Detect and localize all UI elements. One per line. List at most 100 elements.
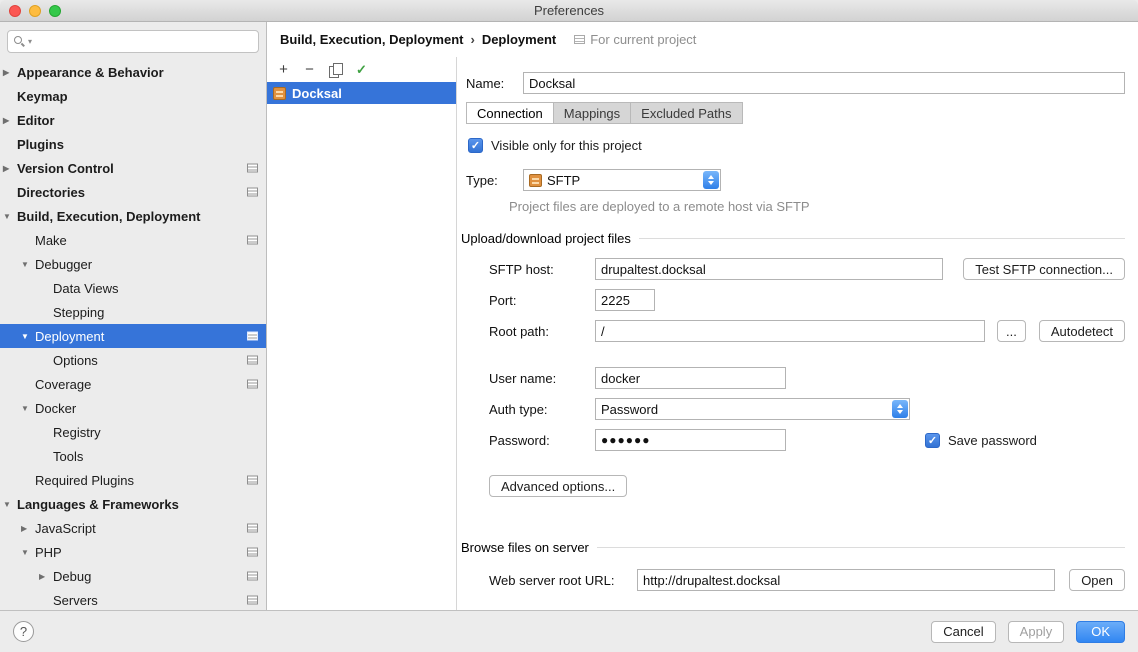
window-title: Preferences: [534, 3, 604, 18]
chevron-down-icon[interactable]: ▼: [21, 548, 35, 557]
chevron-right-icon[interactable]: ▶: [3, 164, 17, 173]
sidebar-item-required-plugins[interactable]: Required Plugins: [0, 468, 266, 492]
sidebar-item-directories[interactable]: Directories: [0, 180, 266, 204]
breadcrumb-segment-build[interactable]: Build, Execution, Deployment: [280, 32, 463, 47]
sidebar-item-languages-frameworks[interactable]: ▼Languages & Frameworks: [0, 492, 266, 516]
chevron-right-icon[interactable]: ▶: [21, 524, 35, 533]
user-name-label: User name:: [489, 371, 595, 386]
sidebar-item-editor[interactable]: ▶Editor: [0, 108, 266, 132]
sidebar-item-registry[interactable]: Registry: [0, 420, 266, 444]
type-select[interactable]: SFTP: [523, 169, 721, 191]
search-icon: [14, 36, 25, 47]
cancel-button[interactable]: Cancel: [931, 621, 995, 643]
zoom-window-icon[interactable]: [49, 5, 61, 17]
add-icon[interactable]: +: [276, 62, 291, 78]
chevron-down-icon[interactable]: ▼: [21, 404, 35, 413]
project-settings-icon: [247, 572, 258, 581]
sidebar-item-label: Stepping: [53, 305, 104, 320]
section-divider: [639, 238, 1125, 239]
breadcrumb: Build, Execution, Deployment › Deploymen…: [267, 22, 1138, 57]
combo-stepper-icon: [892, 400, 908, 418]
current-project-icon: [574, 35, 585, 44]
sidebar-item-appearance-behavior[interactable]: ▶Appearance & Behavior: [0, 60, 266, 84]
scope-indicator: For current project: [574, 32, 696, 47]
sidebar-item-label: Coverage: [35, 377, 91, 392]
name-input[interactable]: [523, 72, 1125, 94]
autodetect-button[interactable]: Autodetect: [1039, 320, 1125, 342]
port-input[interactable]: [595, 289, 655, 311]
sidebar-item-debug[interactable]: ▶Debug: [0, 564, 266, 588]
chevron-down-icon[interactable]: ▼: [21, 260, 35, 269]
sidebar-item-keymap[interactable]: Keymap: [0, 84, 266, 108]
sidebar-item-php[interactable]: ▼PHP: [0, 540, 266, 564]
project-settings-icon: [247, 332, 258, 341]
type-row: Type: SFTP: [466, 169, 1125, 191]
sidebar-item-data-views[interactable]: Data Views: [0, 276, 266, 300]
chevron-right-icon[interactable]: ▶: [3, 68, 17, 77]
web-root-input[interactable]: [637, 569, 1055, 591]
advanced-options-button[interactable]: Advanced options...: [489, 475, 627, 497]
combo-stepper-icon: [703, 171, 719, 189]
sidebar-item-build-execution-deployment[interactable]: ▼Build, Execution, Deployment: [0, 204, 266, 228]
sidebar-item-make[interactable]: Make: [0, 228, 266, 252]
chevron-down-icon[interactable]: ▼: [3, 500, 17, 509]
remove-icon[interactable]: −: [302, 62, 317, 78]
chevron-right-icon[interactable]: ▶: [3, 116, 17, 125]
browse-section-title: Browse files on server: [461, 540, 589, 555]
copy-icon[interactable]: [328, 62, 343, 78]
settings-search-box[interactable]: ▾: [7, 30, 259, 53]
sidebar-item-debugger[interactable]: ▼Debugger: [0, 252, 266, 276]
port-label: Port:: [489, 293, 595, 308]
auth-type-value: Password: [601, 402, 887, 417]
help-button[interactable]: ?: [13, 621, 34, 642]
sidebar-item-coverage[interactable]: Coverage: [0, 372, 266, 396]
sidebar-item-docker[interactable]: ▼Docker: [0, 396, 266, 420]
project-settings-icon: [247, 596, 258, 605]
save-password-label: Save password: [948, 433, 1037, 448]
ok-button[interactable]: OK: [1076, 621, 1125, 643]
sidebar-item-options[interactable]: Options: [0, 348, 266, 372]
project-settings-icon: [247, 380, 258, 389]
sidebar-item-version-control[interactable]: ▶Version Control: [0, 156, 266, 180]
open-button[interactable]: Open: [1069, 569, 1125, 591]
password-input[interactable]: [595, 429, 786, 451]
sidebar-item-stepping[interactable]: Stepping: [0, 300, 266, 324]
content-row: +− ✓ Docksal Name: ConnectionMappings: [267, 57, 1138, 610]
deployment-form: Name: ConnectionMappingsExcluded Paths V…: [457, 57, 1138, 610]
sidebar-item-servers[interactable]: Servers: [0, 588, 266, 610]
tab-connection[interactable]: Connection: [466, 102, 554, 124]
password-label: Password:: [489, 433, 595, 448]
sftp-host-input[interactable]: [595, 258, 943, 280]
search-input[interactable]: [35, 35, 252, 49]
sidebar-item-tools[interactable]: Tools: [0, 444, 266, 468]
search-history-chevron-icon[interactable]: ▾: [28, 37, 32, 46]
root-path-input[interactable]: [595, 320, 985, 342]
sidebar-item-deployment[interactable]: ▼Deployment: [0, 324, 266, 348]
use-as-default-icon[interactable]: ✓: [354, 62, 369, 78]
chevron-down-icon[interactable]: ▼: [3, 212, 17, 221]
content-column: Build, Execution, Deployment › Deploymen…: [267, 22, 1138, 610]
auth-type-select[interactable]: Password: [595, 398, 910, 420]
visible-row: Visible only for this project: [468, 138, 1125, 153]
upload-section-title: Upload/download project files: [461, 231, 631, 246]
tab-bar: ConnectionMappingsExcluded Paths: [466, 102, 1125, 124]
save-password-checkbox[interactable]: Save password: [925, 433, 1037, 448]
sidebar-item-javascript[interactable]: ▶JavaScript: [0, 516, 266, 540]
tab-mappings[interactable]: Mappings: [553, 102, 631, 124]
sidebar-item-label: Plugins: [17, 137, 64, 152]
name-label: Name:: [466, 76, 523, 91]
server-list-item-docksal[interactable]: Docksal: [267, 82, 456, 104]
chevron-down-icon[interactable]: ▼: [21, 332, 35, 341]
sidebar-item-label: Deployment: [35, 329, 104, 344]
chevron-right-icon[interactable]: ▶: [39, 572, 53, 581]
breadcrumb-segment-deployment[interactable]: Deployment: [482, 32, 556, 47]
test-sftp-connection-button[interactable]: Test SFTP connection...: [963, 258, 1125, 280]
browse-root-path-button[interactable]: ...: [997, 320, 1026, 342]
tab-excluded-paths[interactable]: Excluded Paths: [630, 102, 742, 124]
sidebar-item-plugins[interactable]: Plugins: [0, 132, 266, 156]
apply-button[interactable]: Apply: [1008, 621, 1065, 643]
close-window-icon[interactable]: [9, 5, 21, 17]
user-name-input[interactable]: [595, 367, 786, 389]
visible-only-checkbox[interactable]: Visible only for this project: [468, 138, 1125, 153]
minimize-window-icon[interactable]: [29, 5, 41, 17]
